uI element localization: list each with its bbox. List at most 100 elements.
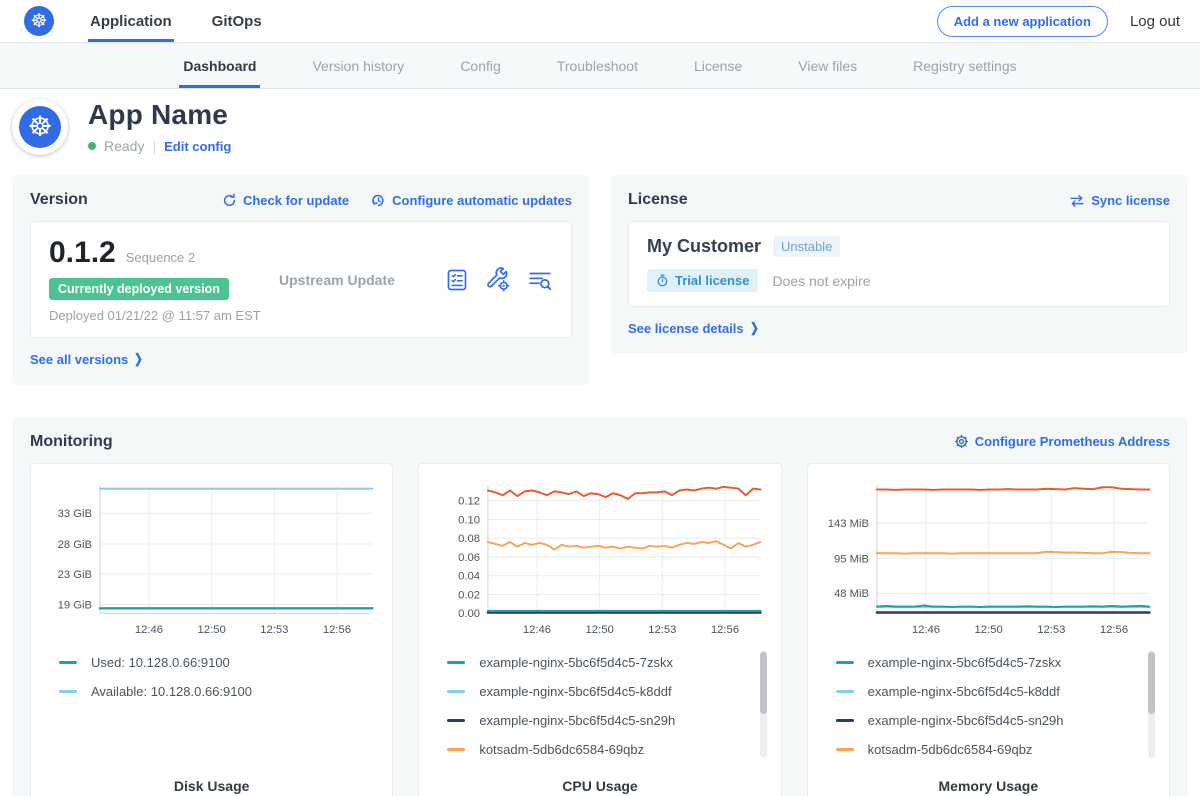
- configure-prometheus-button[interactable]: Configure Prometheus Address: [954, 434, 1170, 449]
- see-license-details-label: See license details: [628, 321, 744, 336]
- legend-item: example-nginx-5bc6f5d4c5-sn29h: [836, 706, 1133, 735]
- legend-item: Available: 10.128.0.66:9100: [59, 677, 356, 706]
- svg-text:19 GiB: 19 GiB: [58, 599, 92, 611]
- sync-license-label: Sync license: [1091, 193, 1170, 208]
- legend-swatch-icon: [836, 748, 854, 751]
- current-version-card: 0.1.2 Sequence 2 Currently deployed vers…: [30, 221, 572, 338]
- legend-scrollbar[interactable]: [760, 650, 767, 758]
- legend-item: example-nginx-5bc6f5d4c5-sn29h: [447, 706, 744, 735]
- chevron-right-icon: ❯: [134, 351, 143, 367]
- svg-text:12:50: 12:50: [198, 623, 226, 635]
- check-for-update-button[interactable]: Check for update: [222, 193, 349, 208]
- disk-usage-chart-card: 33 GiB28 GiB23 GiB19 GiB12:4612:5012:531…: [30, 463, 393, 796]
- subtab-version-history[interactable]: Version history: [312, 43, 404, 88]
- memory-usage-chart: 143 MiB95 MiB48 MiB12:4612:5012:5312:56: [822, 476, 1155, 643]
- license-expiry: Does not expire: [772, 273, 870, 289]
- memory-usage-legend: example-nginx-5bc6f5d4c5-7zskx example-ng…: [822, 648, 1155, 764]
- license-panel: License Sync license My Customer Unstabl…: [610, 175, 1188, 354]
- legend-item: kotsadm-5db6dc6584-69qbz: [447, 735, 744, 764]
- trial-license-badge: Trial license: [647, 269, 758, 292]
- svg-text:12:46: 12:46: [912, 623, 940, 635]
- svg-text:12:46: 12:46: [135, 623, 163, 635]
- config-wrench-icon[interactable]: [485, 267, 511, 293]
- kubernetes-app-icon: ☸: [19, 106, 61, 148]
- subtab-license[interactable]: License: [694, 43, 742, 88]
- subtab-troubleshoot[interactable]: Troubleshoot: [557, 43, 638, 88]
- subtab-config[interactable]: Config: [460, 43, 500, 88]
- scrollbar-thumb[interactable]: [760, 652, 767, 714]
- gear-icon: [954, 434, 969, 449]
- app-avatar: ☸: [12, 99, 68, 155]
- legend-label: example-nginx-5bc6f5d4c5-sn29h: [479, 713, 675, 728]
- legend-item: example-nginx-5bc6f5d4c5-k8ddf: [836, 677, 1133, 706]
- legend-label: example-nginx-5bc6f5d4c5-7zskx: [868, 655, 1062, 670]
- legend-swatch-icon: [447, 661, 465, 664]
- license-card: My Customer Unstable Trial license Does …: [628, 221, 1170, 307]
- tab-application[interactable]: Application: [88, 0, 174, 42]
- chart-title: Memory Usage: [822, 778, 1155, 796]
- svg-text:12:46: 12:46: [523, 623, 551, 635]
- top-nav: ☸ Application GitOps Add a new applicati…: [0, 0, 1200, 43]
- cpu-usage-chart: 0.120.100.080.060.040.020.0012:4612:5012…: [433, 476, 766, 643]
- release-notes-icon[interactable]: [445, 268, 469, 292]
- legend-label: example-nginx-5bc6f5d4c5-k8ddf: [479, 684, 671, 699]
- logout-button[interactable]: Log out: [1130, 13, 1180, 30]
- legend-swatch-icon: [59, 661, 77, 664]
- svg-text:12:56: 12:56: [1100, 623, 1128, 635]
- legend-swatch-icon: [836, 690, 854, 693]
- svg-text:0.04: 0.04: [458, 570, 480, 582]
- disk-usage-chart: 33 GiB28 GiB23 GiB19 GiB12:4612:5012:531…: [45, 476, 378, 643]
- app-logo[interactable]: ☸: [24, 0, 54, 42]
- customer-name: My Customer: [647, 236, 761, 257]
- svg-text:0.00: 0.00: [458, 608, 480, 620]
- legend-label: kotsadm-5db6dc6584-69qbz: [868, 742, 1033, 757]
- subtab-dashboard[interactable]: Dashboard: [183, 43, 256, 88]
- ready-status-dot: [88, 142, 96, 150]
- sync-arrows-icon: [1069, 193, 1085, 208]
- kubernetes-logo-icon: ☸: [24, 6, 54, 36]
- svg-text:23 GiB: 23 GiB: [58, 568, 92, 580]
- legend-item: Used: 10.128.0.66:9100: [59, 648, 356, 677]
- svg-text:0.10: 0.10: [458, 514, 480, 526]
- deploy-logs-icon[interactable]: [527, 267, 553, 293]
- configure-automatic-updates-button[interactable]: Configure automatic updates: [371, 193, 572, 208]
- svg-text:12:50: 12:50: [586, 623, 614, 635]
- svg-text:33 GiB: 33 GiB: [58, 508, 92, 520]
- app-sub-nav: Dashboard Version history Config Trouble…: [0, 43, 1200, 89]
- legend-label: example-nginx-5bc6f5d4c5-7zskx: [479, 655, 673, 670]
- monitoring-heading: Monitoring: [30, 433, 113, 451]
- edit-config-link[interactable]: Edit config: [164, 139, 231, 154]
- legend-item: example-nginx-5bc6f5d4c5-7zskx: [836, 648, 1133, 677]
- chevron-right-icon: ❯: [750, 320, 759, 336]
- tab-gitops[interactable]: GitOps: [210, 0, 264, 42]
- subtab-view-files[interactable]: View files: [798, 43, 857, 88]
- legend-item: example-nginx-5bc6f5d4c5-7zskx: [447, 648, 744, 677]
- configure-automatic-updates-label: Configure automatic updates: [392, 193, 572, 208]
- chart-title: CPU Usage: [433, 778, 766, 796]
- add-application-button[interactable]: Add a new application: [937, 6, 1108, 37]
- legend-swatch-icon: [836, 661, 854, 664]
- license-heading: License: [628, 191, 688, 209]
- legend-item: example-nginx-5bc6f5d4c5-k8ddf: [447, 677, 744, 706]
- svg-text:0.02: 0.02: [458, 589, 480, 601]
- svg-text:12:53: 12:53: [260, 623, 288, 635]
- sync-license-button[interactable]: Sync license: [1069, 193, 1170, 208]
- app-header: ☸ App Name Ready | Edit config: [0, 89, 1200, 167]
- svg-text:0.12: 0.12: [458, 495, 480, 507]
- legend-swatch-icon: [447, 748, 465, 751]
- version-source: Upstream Update: [279, 272, 445, 288]
- legend-swatch-icon: [447, 719, 465, 722]
- see-all-versions-link[interactable]: See all versions ❯: [30, 351, 144, 367]
- top-nav-tabs: Application GitOps: [88, 0, 264, 42]
- status-text: Ready: [104, 138, 144, 154]
- legend-scrollbar[interactable]: [1148, 650, 1155, 758]
- memory-usage-chart-card: 143 MiB95 MiB48 MiB12:4612:5012:5312:56 …: [807, 463, 1170, 796]
- svg-text:48 MiB: 48 MiB: [834, 588, 869, 600]
- page-title: App Name: [88, 99, 231, 131]
- see-license-details-link[interactable]: See license details ❯: [628, 320, 760, 336]
- version-heading: Version: [30, 191, 88, 209]
- svg-text:95 MiB: 95 MiB: [834, 553, 869, 565]
- subtab-registry-settings[interactable]: Registry settings: [913, 43, 1016, 88]
- svg-text:143 MiB: 143 MiB: [827, 517, 868, 529]
- scrollbar-thumb[interactable]: [1148, 652, 1155, 714]
